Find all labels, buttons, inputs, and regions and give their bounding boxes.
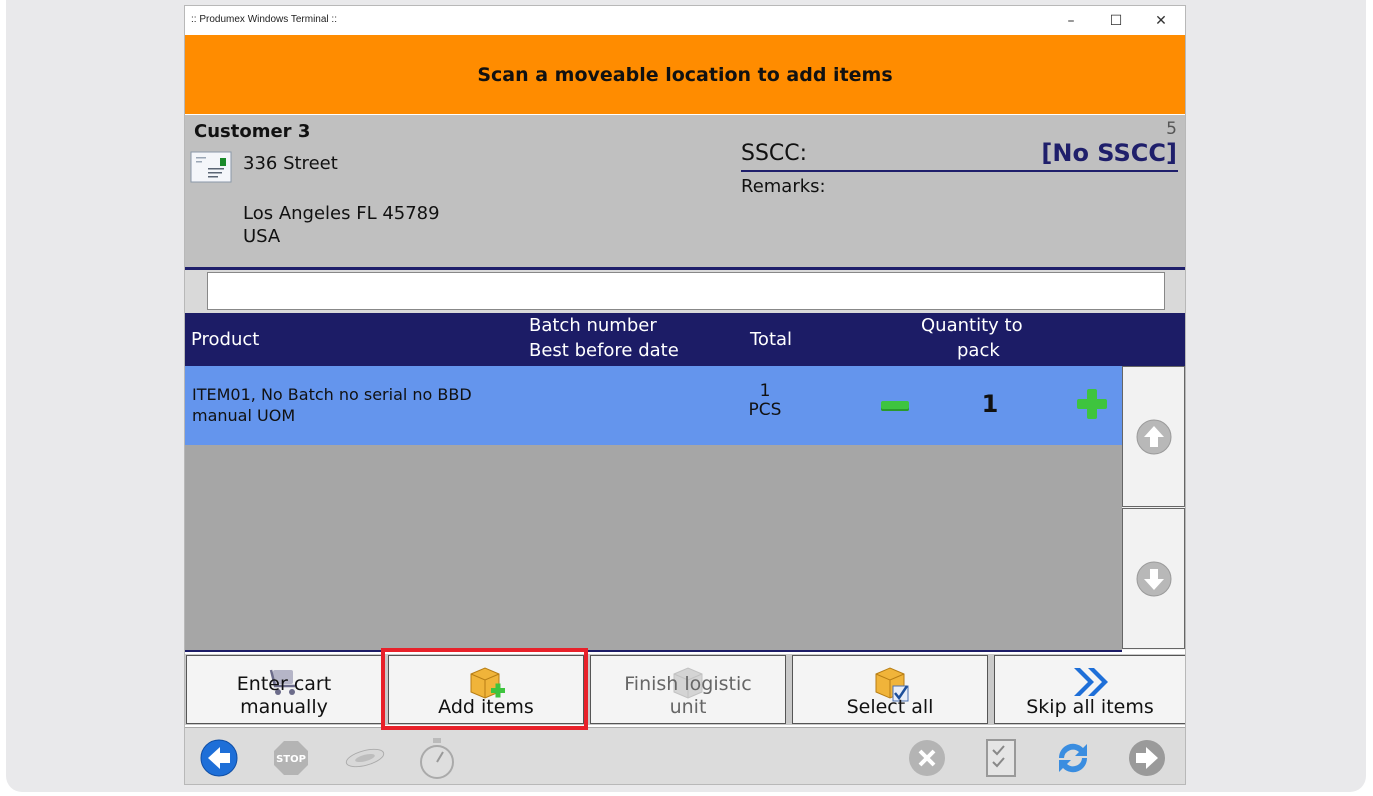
scroll-column: [1122, 366, 1185, 650]
scroll-down-button[interactable]: [1122, 508, 1185, 649]
header-qty-line1: Quantity to: [921, 315, 1023, 336]
scan-input[interactable]: [207, 272, 1165, 310]
item-counter: 5: [1166, 119, 1177, 139]
header-best-before: Best before date: [529, 340, 679, 361]
customer-panel: Customer 3 336 Street Los Angeles FL 457…: [185, 115, 1185, 270]
window-title: :: Produmex Windows Terminal ::: [191, 14, 337, 25]
select-all-label: Select all: [846, 696, 934, 718]
checklist-icon[interactable]: [979, 736, 1023, 780]
sscc-label: SSCC:: [741, 141, 808, 166]
bottom-toolbar: STOP: [185, 727, 1185, 784]
enter-cart-label: Enter cart manually: [187, 673, 381, 719]
skip-all-label: Skip all items: [1026, 696, 1154, 718]
title-bar: :: Produmex Windows Terminal :: – ☐ ✕: [185, 6, 1185, 35]
row-total-uom: PCS: [748, 400, 782, 420]
enter-cart-line2: manually: [240, 696, 328, 718]
stop-icon[interactable]: STOP: [269, 736, 313, 780]
finish-line2: unit: [669, 696, 707, 718]
header-qty-line2: pack: [957, 340, 1000, 361]
forward-arrow-icon[interactable]: [1125, 736, 1169, 780]
cancel-icon[interactable]: [905, 736, 949, 780]
select-all-button[interactable]: Select all: [792, 655, 988, 724]
table-header: Product Batch number Best before date To…: [185, 313, 1185, 366]
arrow-down-icon: [1136, 561, 1171, 596]
add-items-button[interactable]: Add items: [388, 655, 584, 724]
enter-cart-manually-button[interactable]: Enter cart manually: [186, 655, 382, 724]
instruction-banner: Scan a moveable location to add items: [185, 35, 1185, 114]
svg-text:STOP: STOP: [276, 754, 306, 765]
row-total: 1 PCS: [725, 382, 805, 420]
customer-name: Customer 3: [194, 121, 311, 142]
plus-icon-v: [1087, 389, 1097, 419]
close-window-button[interactable]: ✕: [1145, 9, 1177, 33]
scan-bar: [185, 270, 1185, 314]
scroll-up-button[interactable]: [1122, 366, 1185, 507]
customer-street: 336 Street: [243, 153, 338, 174]
skip-all-items-button[interactable]: Skip all items: [994, 655, 1185, 724]
row-total-qty: 1: [759, 381, 771, 401]
header-total: Total: [750, 329, 793, 350]
enter-cart-line1: Enter cart: [236, 673, 332, 695]
add-items-label: Add items: [438, 696, 534, 718]
sscc-value: [No SSCC]: [1041, 139, 1177, 167]
terminal-window: :: Produmex Windows Terminal :: – ☐ ✕ Sc…: [184, 5, 1186, 785]
back-arrow-icon[interactable]: [197, 736, 241, 780]
table-row[interactable]: ITEM01, No Batch no serial no BBD manual…: [185, 366, 1122, 445]
finish-logistic-label: Finish logistic unit: [591, 673, 785, 719]
address-card-icon: [190, 150, 232, 188]
header-product: Product: [191, 329, 260, 350]
row-desc-line2: manual UOM: [192, 406, 296, 425]
customer-country: USA: [243, 226, 281, 247]
refresh-icon[interactable]: [1051, 736, 1095, 780]
item-list: ITEM01, No Batch no serial no BBD manual…: [185, 366, 1122, 652]
maximize-button[interactable]: ☐: [1100, 9, 1132, 33]
customer-city: Los Angeles FL 45789: [243, 203, 440, 224]
row-desc-line1: ITEM01, No Batch no serial no BBD: [192, 385, 472, 404]
qty-to-pack: 1: [981, 390, 999, 418]
row-description: ITEM01, No Batch no serial no BBD manual…: [192, 384, 472, 426]
decrease-qty-button[interactable]: [881, 401, 909, 411]
sscc-underline: [741, 170, 1178, 172]
arrow-up-icon: [1136, 419, 1171, 454]
stopwatch-icon[interactable]: [415, 736, 459, 780]
banner-text: Scan a moveable location to add items: [477, 63, 893, 86]
minimize-button[interactable]: –: [1055, 9, 1087, 33]
scanner-icon[interactable]: [343, 736, 387, 780]
finish-line1: Finish logistic: [624, 673, 752, 695]
remarks-label: Remarks:: [741, 176, 826, 197]
header-batch-number: Batch number: [529, 315, 657, 336]
action-bar: Enter cart manually Add items Finish log…: [185, 654, 1185, 725]
finish-logistic-unit-button[interactable]: Finish logistic unit: [590, 655, 786, 724]
